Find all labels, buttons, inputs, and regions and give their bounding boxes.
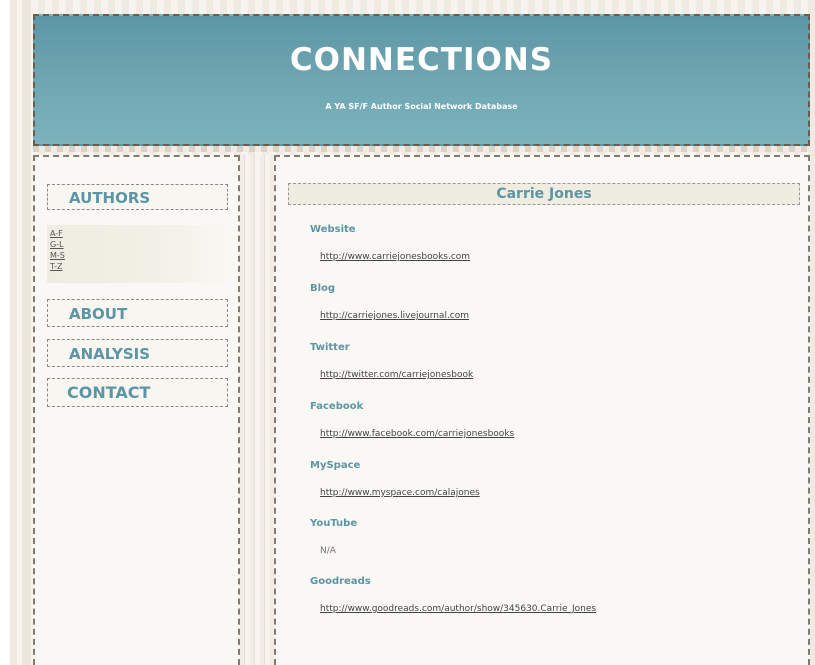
blog-label: Blog [310,283,336,294]
site-header: CONNECTIONS A YA SF/F Author Social Netw… [33,14,810,146]
twitter-label: Twitter [310,342,350,353]
author-range-list: A-F G-L M-S T-Z [47,225,226,283]
nav-authors[interactable]: AUTHORS [47,184,228,210]
header-divider [33,146,810,152]
website-link[interactable]: http://www.carriejonesbooks.com [320,252,470,262]
facebook-label: Facebook [310,401,364,412]
facebook-link[interactable]: http://www.facebook.com/carriejonesbooks [320,429,514,439]
blog-link[interactable]: http://carriejones.livejournal.com [320,311,469,321]
author-range-a-f-link[interactable]: A-F [47,228,226,239]
site-title: CONNECTIONS [289,42,554,78]
myspace-link[interactable]: http://www.myspace.com/calajones [320,488,480,498]
site-subtitle: A YA SF/F Author Social Network Database [325,102,518,111]
website-label: Website [310,224,356,235]
twitter-link[interactable]: http://twitter.com/carriejonesbook [320,370,473,380]
nav-about-label: ABOUT [69,305,128,323]
nav-about[interactable]: ABOUT [47,299,228,327]
sidebar: AUTHORS A-F G-L M-S T-Z ABOUT ANALYSIS C… [33,155,240,665]
nav-authors-label: AUTHORS [69,189,151,207]
goodreads-link[interactable]: http://www.goodreads.com/author/show/345… [320,604,596,614]
youtube-value: N/A [320,546,336,556]
goodreads-label: Goodreads [310,576,371,587]
nav-contact-label: CONTACT [67,383,151,402]
myspace-label: MySpace [310,460,361,471]
author-name-heading: Carrie Jones [288,183,800,205]
nav-contact[interactable]: CONTACT [47,378,228,407]
nav-analysis[interactable]: ANALYSIS [47,339,228,367]
column-divider [240,155,274,665]
author-range-t-z-link[interactable]: T-Z [47,261,226,272]
author-range-m-s-link[interactable]: M-S [47,250,226,261]
nav-analysis-label: ANALYSIS [69,345,151,363]
youtube-label: YouTube [310,518,358,529]
author-profile-panel: Carrie Jones Website http://www.carriejo… [274,155,810,665]
author-range-g-l-link[interactable]: G-L [47,239,226,250]
